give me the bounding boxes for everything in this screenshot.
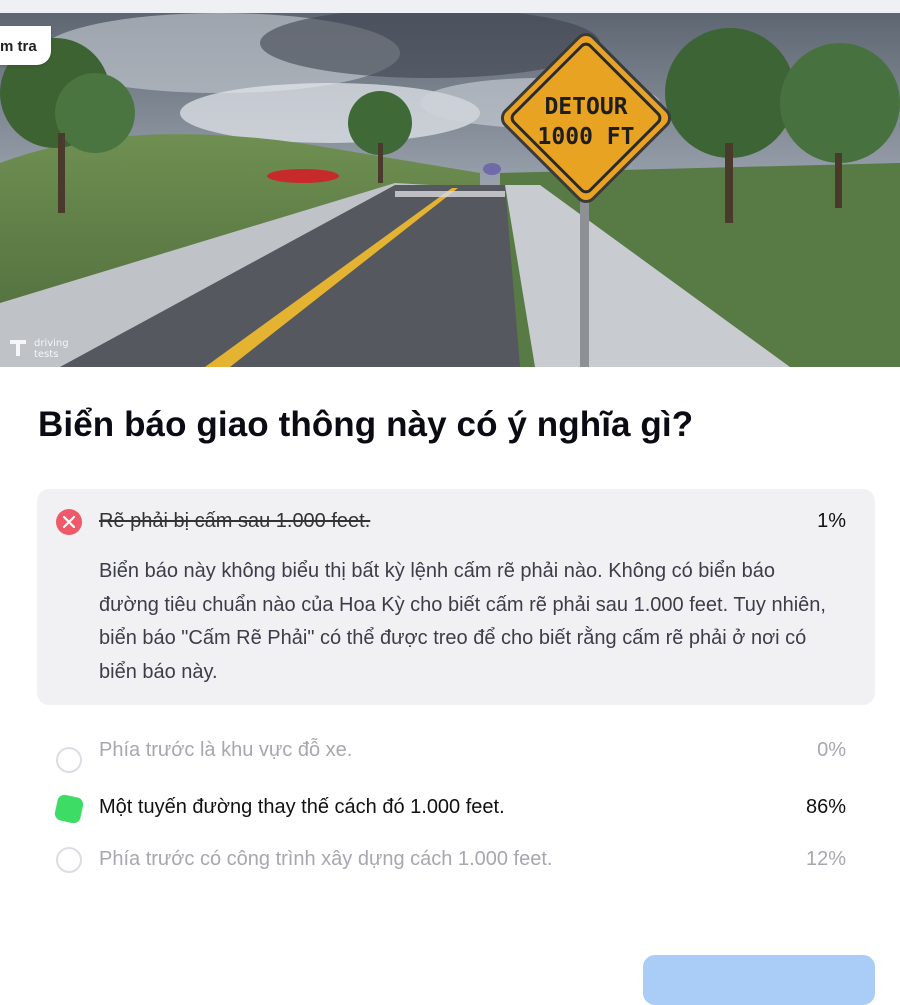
question-image: DETOUR 1000 FT driving tests m tra <box>0 13 900 367</box>
answer-percent: 12% <box>805 848 846 870</box>
test-label-text: m tra <box>0 38 37 55</box>
watermark-line1: driving <box>34 338 69 349</box>
answer-option-1[interactable]: Rẽ phải bị cấm sau 1.000 feet. 1% Biển b… <box>37 489 875 705</box>
answer-text: Một tuyến đường thay thế cách đó 1.000 f… <box>99 796 505 818</box>
check-shape-icon <box>53 793 85 825</box>
answer-option-3[interactable]: Một tuyến đường thay thế cách đó 1.000 f… <box>37 779 875 853</box>
answer-explanation: Biển báo này không biểu thị bất kỳ lệnh … <box>99 560 826 683</box>
wrong-answer-icon <box>56 509 82 535</box>
answer-text: Rẽ phải bị cấm sau 1.000 feet. <box>99 510 371 532</box>
question-title: Biển báo giao thông này có ý nghĩa gì? <box>38 405 694 444</box>
sign-line2: 1000 FT <box>538 124 635 150</box>
answer-option-2[interactable]: Phía trước là khu vực đỗ xe. 0% <box>37 705 875 779</box>
sign-line1: DETOUR <box>544 94 627 120</box>
answer-option-4[interactable]: Phía trước có công trình xây dựng cách 1… <box>37 847 875 927</box>
answer-text: Phía trước có công trình xây dựng cách 1… <box>99 848 553 870</box>
answer-text: Phía trước là khu vực đỗ xe. <box>99 739 353 761</box>
radio-empty-icon[interactable] <box>56 847 82 873</box>
next-question-button[interactable] <box>643 955 875 1005</box>
watermark-line2: tests <box>34 349 58 360</box>
test-label-tag: m tra <box>0 26 51 65</box>
close-icon <box>63 516 75 528</box>
radio-empty-icon[interactable] <box>56 747 82 773</box>
top-bar <box>0 0 900 13</box>
answer-percent: 0% <box>817 739 846 761</box>
road-scene-illustration: DETOUR 1000 FT driving tests <box>0 13 900 367</box>
answer-percent: 1% <box>817 510 846 532</box>
answer-percent: 86% <box>805 796 846 818</box>
answer-list: Rẽ phải bị cấm sau 1.000 feet. 1% Biển b… <box>37 489 875 927</box>
